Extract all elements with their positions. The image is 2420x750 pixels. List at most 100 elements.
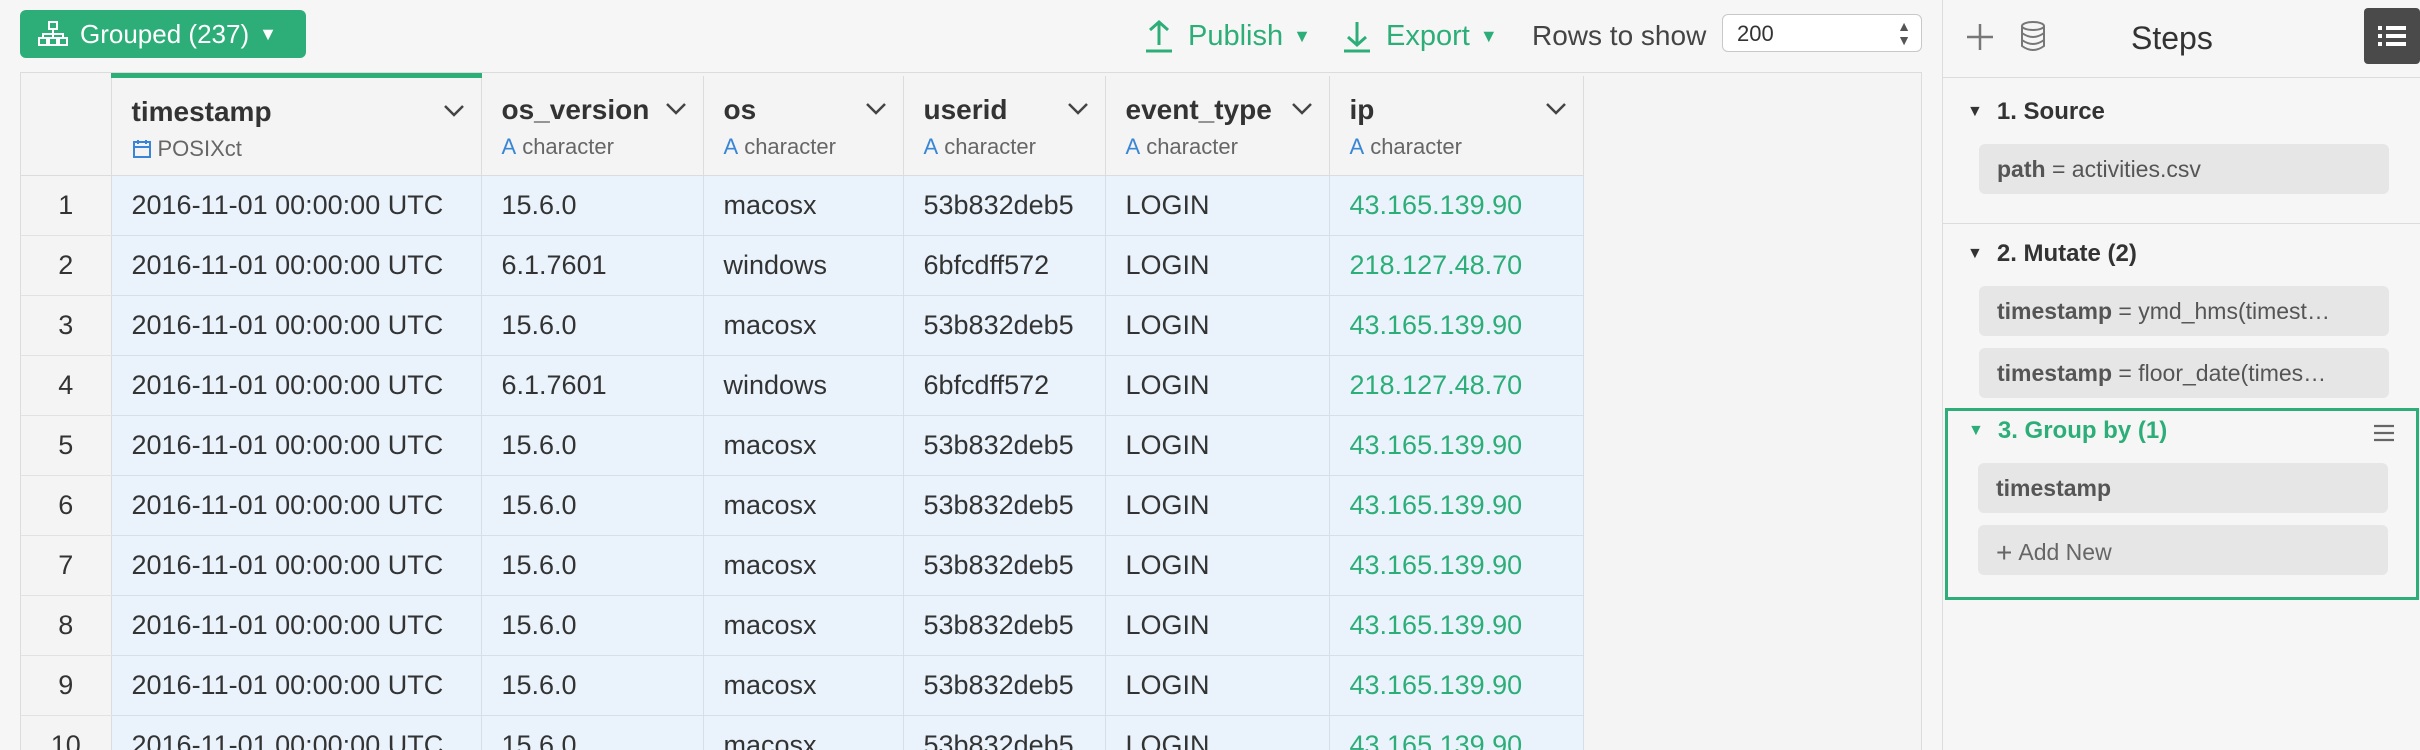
cell-userid: 53b832deb5 (903, 715, 1106, 750)
character-icon: A (1125, 133, 1141, 159)
table-row: 10 2016-11-01 00:00:00 UTC 15.6.0 macosx 53b… (21, 715, 1584, 750)
step-mutate: ▼ 2. Mutate (2) timestamp = ymd_hms(time… (1943, 234, 2420, 402)
cell-ip: 218.127.48.70 (1329, 355, 1584, 416)
row-number-cell: 5 (21, 415, 112, 476)
column-type: POSIXct (132, 136, 481, 162)
data-table: timestamp POSIXct os_version Acharacter … (20, 72, 1922, 750)
cell-userid: 53b832deb5 (903, 535, 1106, 596)
toolbar: Grouped (237) ▼ Publish ▼ Export ▼ Rows … (0, 0, 1942, 70)
table-row: 1 2016-11-01 00:00:00 UTC 15.6.0 macosx 53b8… (21, 175, 1584, 236)
cell-userid: 53b832deb5 (903, 415, 1106, 476)
steps-list-button[interactable] (2364, 8, 2420, 64)
column-name: timestamp (131, 96, 272, 127)
chevron-down-icon[interactable] (1067, 102, 1089, 116)
cell-ip: 43.165.139.90 (1329, 655, 1584, 716)
column-header-userid[interactable]: userid Acharacter (903, 75, 1106, 176)
chevron-down-icon[interactable] (443, 104, 465, 118)
cell-os-version: 15.6.0 (481, 595, 704, 656)
cell-timestamp: 2016-11-01 00:00:00 UTC (111, 475, 482, 536)
table-row: 4 2016-11-01 00:00:00 UTC 6.1.7601 windows 6… (21, 355, 1584, 416)
row-number-cell: 9 (21, 655, 112, 716)
step-source-item[interactable]: path = activities.csv (1979, 144, 2389, 194)
cell-os-version: 15.6.0 (481, 415, 704, 476)
cell-timestamp: 2016-11-01 00:00:00 UTC (111, 175, 482, 236)
cell-event-type: LOGIN (1105, 295, 1330, 356)
column-type: Acharacter (502, 134, 703, 160)
step-item-value: = activities.csv (2045, 156, 2201, 182)
column-header-ip[interactable]: ip Acharacter (1329, 75, 1584, 176)
app-root: Grouped (237) ▼ Publish ▼ Export ▼ Rows … (0, 0, 2420, 750)
cell-userid: 53b832deb5 (903, 295, 1106, 356)
calendar-icon (132, 140, 151, 158)
rows-to-show-select[interactable]: 200 ▲ ▼ (1722, 14, 1922, 52)
download-icon (1344, 22, 1370, 53)
cell-os: macosx (703, 715, 904, 750)
add-new-button[interactable]: + Add New (1978, 525, 2388, 575)
hierarchy-icon (38, 21, 68, 46)
step-source-title: 1. Source (1996, 98, 2105, 125)
cell-os-version: 15.6.0 (481, 655, 704, 716)
chevron-down-icon[interactable] (665, 102, 687, 116)
table-row: 8 2016-11-01 00:00:00 UTC 15.6.0 macosx 53b8… (21, 595, 1584, 656)
cell-os: windows (703, 235, 904, 296)
step-mutate-header[interactable]: ▼ 2. Mutate (2) (1943, 234, 2420, 274)
cell-os: macosx (703, 595, 904, 656)
character-icon: A (923, 133, 939, 159)
database-icon[interactable] (2019, 20, 2047, 52)
step-source-header[interactable]: ▼ 1. Source (1943, 92, 2420, 132)
chevron-down-icon[interactable] (1545, 102, 1567, 116)
export-label: Export (1386, 19, 1470, 52)
cell-ip: 43.165.139.90 (1329, 295, 1584, 356)
table-header-row: timestamp POSIXct os_version Acharacter … (21, 73, 1584, 176)
cell-userid: 6bfcdff572 (903, 235, 1106, 296)
character-icon: A (723, 133, 739, 159)
grouped-dropdown-button[interactable]: Grouped (237) ▼ (20, 10, 306, 58)
step-mutate-item[interactable]: timestamp = floor_date(times… (1979, 348, 2389, 398)
column-type-label: character (1146, 133, 1238, 159)
column-header-timestamp[interactable]: timestamp POSIXct (111, 73, 482, 176)
row-number-cell: 10 (21, 715, 112, 750)
column-header-os-version[interactable]: os_version Acharacter (481, 75, 704, 176)
rows-to-show-value: 200 (1737, 21, 1774, 46)
plus-icon: + (1996, 537, 2013, 568)
column-header-os[interactable]: os Acharacter (703, 75, 904, 176)
cell-timestamp: 2016-11-01 00:00:00 UTC (111, 595, 482, 656)
step-item-key: path (1997, 156, 2046, 182)
step-item-value: = floor_date(times… (2112, 360, 2327, 386)
cell-event-type: LOGIN (1105, 655, 1330, 716)
upload-icon (1146, 19, 1172, 53)
column-type-label: POSIXct (157, 136, 242, 161)
export-button[interactable]: Export ▼ (1342, 14, 1498, 58)
list-icon (2378, 26, 2406, 46)
cell-ip: 43.165.139.90 (1329, 475, 1584, 536)
cell-os: macosx (703, 295, 904, 356)
cell-timestamp: 2016-11-01 00:00:00 UTC (111, 295, 482, 356)
step-mutate-item[interactable]: timestamp = ymd_hms(timest… (1979, 286, 2389, 336)
cell-timestamp: 2016-11-01 00:00:00 UTC (111, 655, 482, 716)
chevron-down-icon[interactable] (865, 102, 887, 116)
cell-timestamp: 2016-11-01 00:00:00 UTC (111, 535, 482, 596)
column-header-event-type[interactable]: event_type Acharacter (1105, 75, 1330, 176)
plus-icon[interactable] (1965, 22, 1995, 52)
cell-ip: 43.165.139.90 (1329, 595, 1584, 656)
cell-os-version: 15.6.0 (481, 175, 704, 236)
cell-event-type: LOGIN (1105, 175, 1330, 236)
caret-down-icon: ▼ (1479, 25, 1498, 46)
step-mutate-title: 2. Mutate (2) (1996, 240, 2137, 267)
table-row: 9 2016-11-01 00:00:00 UTC 15.6.0 macosx 53b8… (21, 655, 1584, 716)
chevron-down-icon[interactable] (1291, 102, 1313, 116)
step-group-by-item[interactable]: timestamp (1978, 463, 2388, 513)
hamburger-menu-icon[interactable] (2372, 423, 2396, 443)
step-group-by-header[interactable]: ▼ 3. Group by (1) (1948, 411, 2416, 451)
rows-to-show-label: Rows to show (1532, 20, 1707, 51)
cell-userid: 53b832deb5 (903, 595, 1106, 656)
cell-os: macosx (703, 535, 904, 596)
publish-button[interactable]: Publish ▼ (1144, 14, 1311, 58)
column-type: Acharacter (1126, 134, 1329, 160)
cell-event-type: LOGIN (1105, 355, 1330, 416)
triangle-down-icon: ▼ (1967, 245, 1983, 262)
cell-timestamp: 2016-11-01 00:00:00 UTC (111, 715, 482, 750)
table-row: 6 2016-11-01 00:00:00 UTC 15.6.0 macosx 53b8… (21, 475, 1584, 536)
step-group-by: ▼ 3. Group by (1) timestamp + Add New (1945, 408, 2419, 600)
cell-os-version: 15.6.0 (481, 475, 704, 536)
